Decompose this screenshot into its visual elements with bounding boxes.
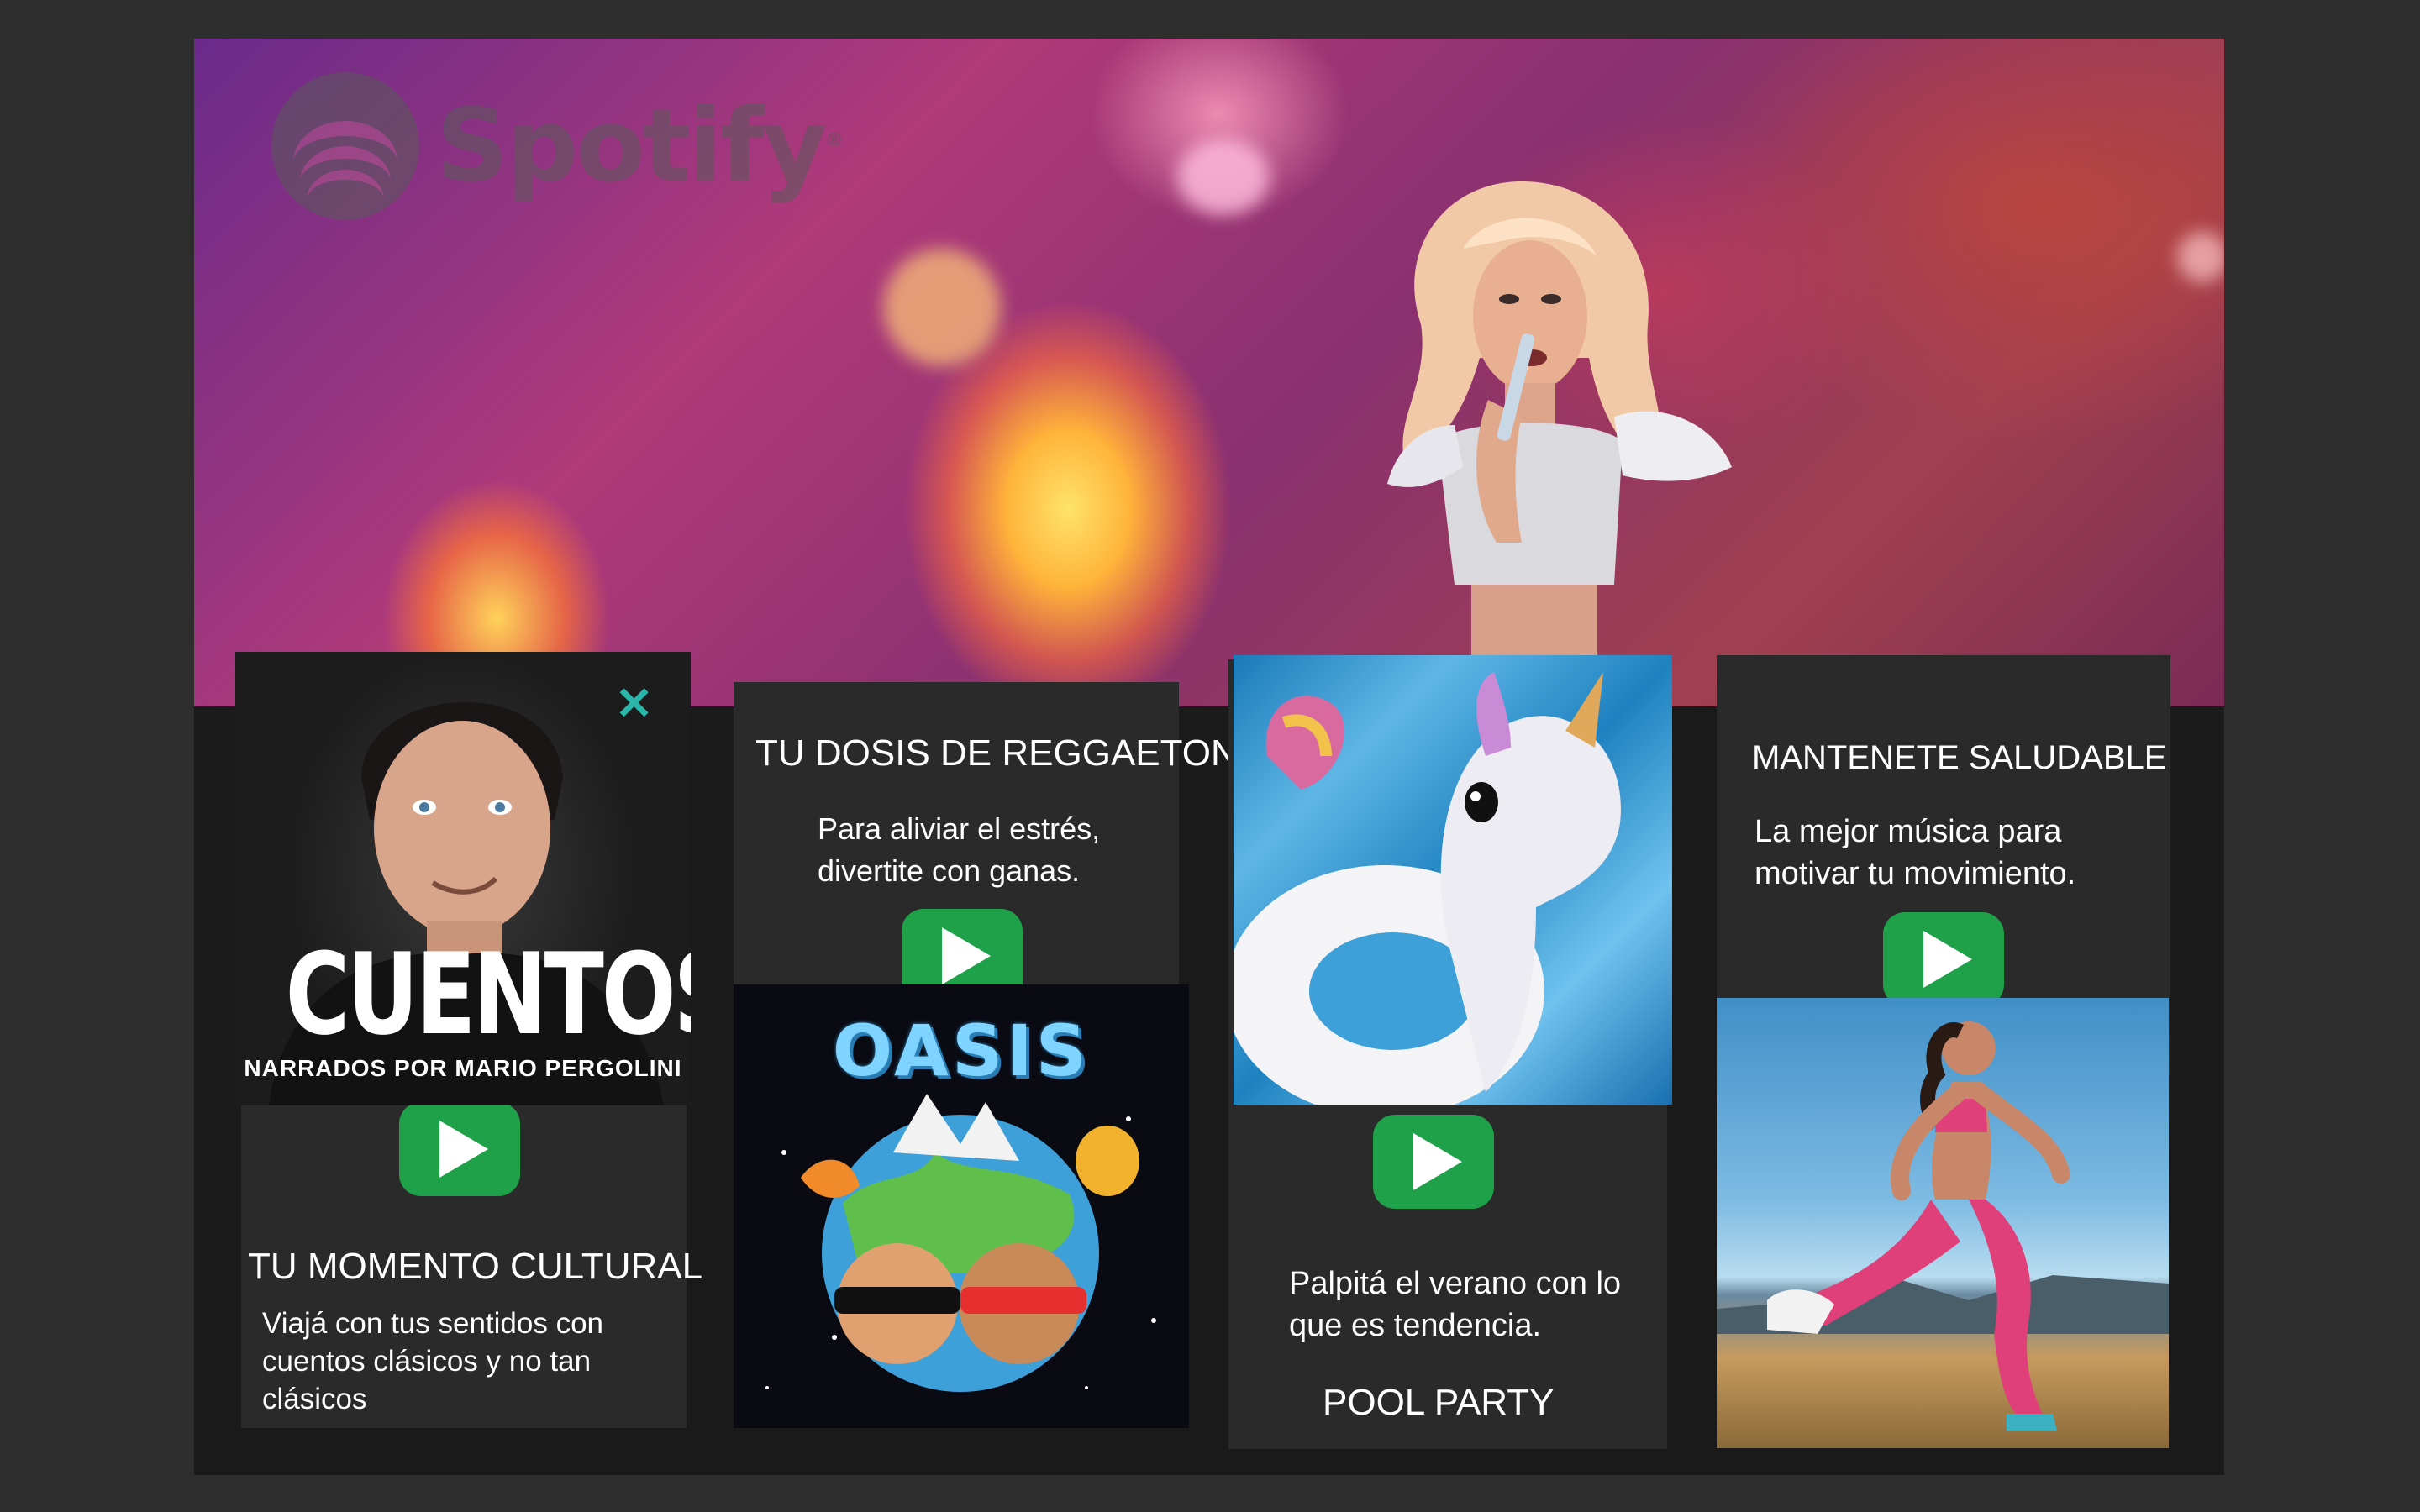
pool-party-art — [1234, 655, 1672, 1105]
album-subtitle: NARRADOS POR MARIO PERGOLINI — [244, 1055, 682, 1081]
card-description: Palpitá el verano con lo que es tendenci… — [1289, 1266, 1622, 1343]
card-title: MANTENETE SALUDABLE — [1752, 739, 2167, 776]
play-button[interactable] — [1373, 1115, 1494, 1209]
card-title: TU MOMENTO CULTURAL — [248, 1246, 703, 1287]
oasis-album-art: OASIS — [734, 984, 1189, 1428]
runner-art — [1717, 998, 2169, 1448]
album-illustration — [765, 1094, 1156, 1392]
spotify-logo: Spotify® — [271, 72, 844, 220]
play-button[interactable] — [1883, 912, 2004, 1006]
runner-photo — [1717, 1021, 2169, 1431]
hero-flare — [2177, 232, 2224, 282]
album-title: CUENTOS — [285, 929, 691, 1060]
hero-flare — [883, 249, 1001, 366]
card-title: TU DOSIS DE REGGAETON — [755, 732, 1238, 774]
hero-flare — [1177, 139, 1270, 215]
spotify-logo-icon — [271, 72, 419, 220]
play-button[interactable] — [399, 1102, 520, 1196]
spotify-wordmark: Spotify® — [436, 87, 844, 205]
card-title: POOL PARTY — [1323, 1382, 1555, 1423]
card-description: La mejor música para motivar tu movimien… — [1754, 814, 2076, 891]
hero-banner: Spotify® — [194, 39, 2224, 706]
cuentos-album-art: ✕ CUENTOS NARRADOS POR MARIO PERGOLINI — [235, 652, 691, 1105]
card-description: Viajá con tus sentidos con cuentos clási… — [262, 1307, 604, 1415]
card-description: Para aliviar el estrés, divertite con ga… — [818, 811, 1101, 888]
close-icon: ✕ — [615, 679, 654, 729]
performer-photo — [1387, 181, 1732, 706]
unicorn-float-photo — [1234, 672, 1621, 1105]
